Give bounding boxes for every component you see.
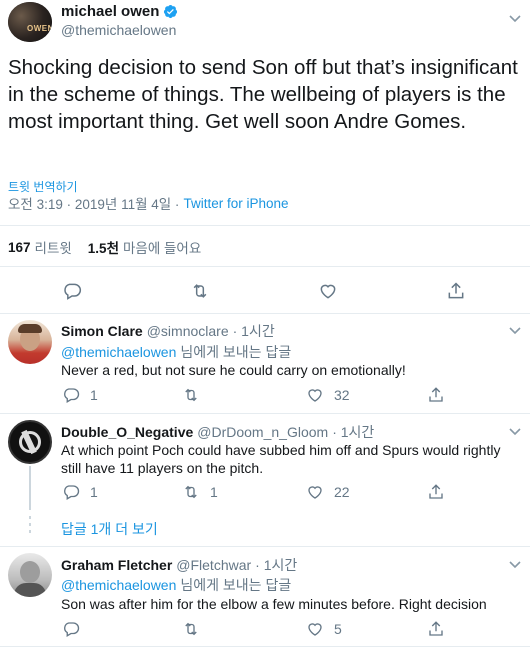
like-count: 22	[334, 484, 350, 500]
like-count: 32	[334, 387, 350, 403]
main-share-button[interactable]	[446, 281, 466, 301]
reply-to-handle[interactable]: @themichaelowen	[61, 577, 176, 593]
reply-retweet-button[interactable]: 1	[182, 483, 218, 501]
reply-author-handle[interactable]: @DrDoom_n_Gloom	[197, 424, 328, 440]
chevron-down-icon[interactable]	[508, 326, 522, 336]
retweet-count: 1	[210, 484, 218, 500]
reply-retweet-button[interactable]	[182, 386, 210, 404]
reply-share-button[interactable]	[427, 386, 445, 404]
reply-text: Son was after him for the elbow a few mi…	[61, 596, 487, 612]
reply-text: At which point Poch could have subbed hi…	[61, 442, 501, 476]
heart-icon	[320, 284, 336, 299]
reply-to-handle[interactable]: @themichaelowen	[61, 344, 176, 360]
verified-badge-icon	[164, 4, 178, 19]
like-count: 5	[334, 621, 342, 637]
show-more-replies-link[interactable]: 답글 1개 더 보기	[61, 519, 158, 539]
reply-like-button[interactable]: 22	[306, 483, 350, 501]
tweet-stats: 167 리트윗 1.5천 마음에 들어요	[8, 237, 201, 257]
reply-to-suffix: 님에게 보내는 답글	[180, 344, 292, 360]
reply-time[interactable]: · 1시간	[332, 422, 374, 442]
reply-author-name[interactable]: Simon Clare	[61, 323, 143, 339]
reply-share-button[interactable]	[427, 483, 445, 501]
main-retweet-button[interactable]	[190, 281, 210, 301]
main-reply-button[interactable]	[62, 281, 82, 301]
share-icon	[429, 387, 443, 402]
reply-retweet-button[interactable]	[182, 620, 210, 638]
chevron-down-icon[interactable]	[508, 14, 522, 24]
chevron-down-icon[interactable]	[508, 560, 522, 570]
reply-header: Simon Clare @simnoclare · 1시간	[61, 321, 275, 341]
reply-to-line: @themichaelowen 님에게 보내는 답글	[61, 342, 291, 362]
reply-icon	[64, 388, 80, 403]
reply-text: Never a red, but not sure he could carry…	[61, 362, 406, 378]
reply-time[interactable]: · 1시간	[255, 555, 297, 575]
reply-to-suffix: 님에게 보내는 답글	[180, 577, 292, 593]
reply-reply-button[interactable]	[62, 620, 90, 638]
reply-reply-button[interactable]: 1	[62, 386, 98, 404]
reply-like-button[interactable]: 5	[306, 620, 342, 638]
share-icon	[429, 621, 443, 636]
thread-dots	[29, 516, 31, 538]
tweet-meta: 오전 3:19 · 2019년 11월 4일 · Twitter for iPh…	[8, 193, 288, 213]
reply-like-button[interactable]: 32	[306, 386, 350, 404]
share-icon	[429, 484, 443, 499]
thread-line	[29, 466, 31, 510]
reply-avatar-double-o-negative[interactable]	[8, 420, 52, 464]
reply-reply-button[interactable]: 1	[62, 483, 98, 501]
reply-avatar-graham-fletcher[interactable]	[8, 553, 52, 597]
author-avatar[interactable]: OWEN	[8, 2, 52, 42]
reply-icon	[64, 485, 80, 500]
heart-icon	[308, 389, 322, 402]
reply-header: Double_O_Negative @DrDoom_n_Gloom · 1시간	[61, 422, 374, 442]
tweet-source-link[interactable]: Twitter for iPhone	[183, 196, 288, 211]
reply-count: 1	[90, 484, 98, 500]
author-handle-display: @themichaelowen	[61, 22, 177, 38]
author-name-row: michael owen	[61, 3, 178, 20]
reply-author-name[interactable]: Graham Fletcher	[61, 557, 172, 573]
reply-to-line: @themichaelowen 님에게 보내는 답글	[61, 575, 291, 595]
retweet-icon	[185, 388, 197, 402]
reply-icon	[64, 622, 80, 637]
reply-time[interactable]: · 1시간	[233, 321, 275, 341]
retweet-count[interactable]: 167	[8, 240, 31, 255]
retweet-icon	[185, 485, 197, 499]
retweet-icon	[185, 622, 197, 636]
reply-author-name[interactable]: Double_O_Negative	[61, 424, 193, 440]
reply-icon	[64, 283, 82, 300]
like-count[interactable]: 1.5천	[88, 237, 119, 257]
reply-share-button[interactable]	[427, 620, 445, 638]
reply-header: Graham Fletcher @Fletchwar · 1시간	[61, 555, 297, 575]
reply-author-handle[interactable]: @Fletchwar	[176, 557, 251, 573]
retweet-label[interactable]: 리트윗	[35, 237, 72, 257]
reply-count: 1	[90, 387, 98, 403]
avatar-logo-text: OWEN	[27, 24, 52, 33]
retweet-icon	[193, 284, 207, 298]
chevron-down-icon[interactable]	[508, 427, 522, 437]
reply-avatar-simon-clare[interactable]	[8, 320, 52, 364]
reply-author-handle[interactable]: @simnoclare	[147, 323, 229, 339]
heart-icon	[308, 623, 322, 636]
tweet-text: Shocking decision to send Son off but th…	[8, 56, 518, 133]
tweet-timestamp[interactable]: 오전 3:19 · 2019년 11월 4일 ·	[8, 193, 179, 213]
main-like-button[interactable]	[318, 281, 338, 301]
heart-icon	[308, 486, 322, 499]
share-icon	[448, 282, 464, 299]
author-name[interactable]: michael owen	[61, 3, 159, 20]
like-label[interactable]: 마음에 들어요	[123, 237, 201, 257]
